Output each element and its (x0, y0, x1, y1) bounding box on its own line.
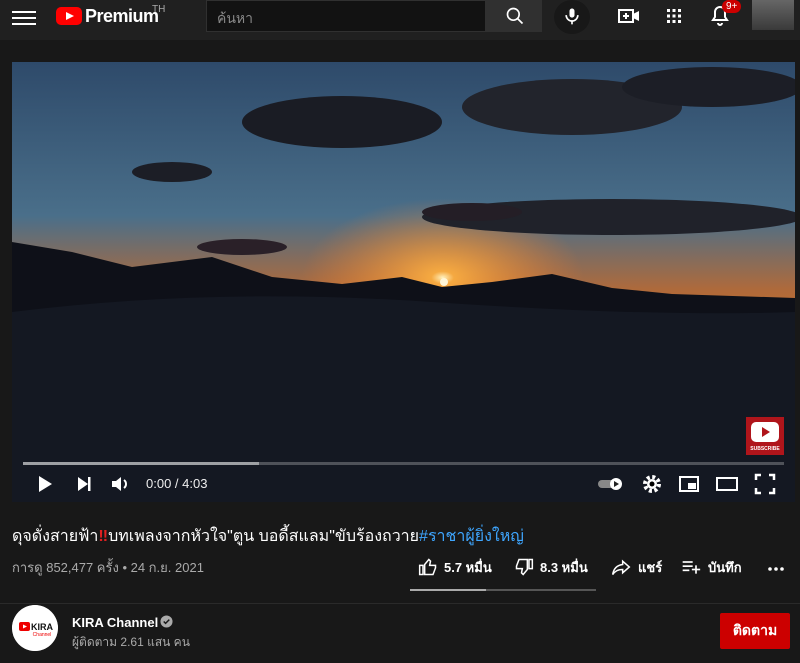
autoplay-toggle[interactable] (596, 472, 626, 496)
progress-bar[interactable] (23, 462, 784, 465)
sentiment-like-fill (410, 589, 487, 591)
apps-button[interactable] (662, 4, 688, 28)
share-button[interactable]: แชร์ (610, 555, 662, 579)
create-button[interactable] (617, 4, 643, 28)
miniplayer-button[interactable] (677, 472, 701, 496)
logo-text: Premium (85, 5, 159, 26)
settings-button[interactable] (640, 472, 664, 496)
more-horizontal-icon (768, 567, 784, 571)
video-player[interactable]: SUBSCRIBE 0:00 / 4:03 (12, 62, 795, 502)
top-bar: Premium TH ค้นหา 9+ (0, 0, 800, 40)
search-icon (506, 7, 524, 25)
like-count: 5.7 หมื่น (444, 559, 492, 575)
subscriber-count: ผู้ติดตาม 2.61 แสน คน (72, 635, 190, 649)
apps-grid-icon (667, 9, 681, 23)
divider (0, 603, 800, 604)
channel-logo-subtext: Channel (33, 632, 52, 638)
search-input[interactable] (215, 7, 479, 29)
sentiment-bar (410, 589, 596, 591)
channel-avatar[interactable]: KIRA Channel (12, 605, 58, 651)
dislike-count: 8.3 หมื่น (540, 559, 588, 575)
video-create-icon (618, 9, 639, 23)
youtube-premium-logo[interactable]: Premium TH (56, 3, 165, 29)
thumbs-up-icon (418, 558, 437, 576)
volume-icon (112, 477, 127, 491)
share-icon (611, 559, 631, 575)
skip-next-icon (78, 477, 91, 491)
save-button[interactable]: บันทึก (680, 555, 742, 579)
youtube-logo-icon: SUBSCRIBE (750, 422, 780, 452)
save-label: บันทึก (708, 559, 742, 575)
views-and-date: การดู 852,477 ครั้ง • 24 ก.ย. 2021 (12, 560, 204, 575)
fullscreen-button[interactable] (753, 472, 777, 496)
miniplayer-icon (679, 476, 699, 492)
volume-button[interactable] (108, 472, 132, 496)
playlist-add-icon (682, 561, 701, 574)
youtube-play-logo-icon (56, 7, 82, 25)
search-box (206, 0, 486, 32)
fullscreen-icon (754, 473, 776, 495)
like-button[interactable]: 5.7 หมื่น (418, 555, 492, 579)
channel-logo-text: KIRA (31, 622, 53, 632)
voice-search-button[interactable] (554, 0, 590, 34)
more-actions-button[interactable] (766, 557, 786, 577)
progress-loaded (23, 462, 259, 465)
video-frame (12, 62, 795, 502)
microphone-icon (565, 8, 579, 25)
menu-icon[interactable] (12, 7, 36, 31)
theater-mode-icon (716, 477, 738, 491)
verified-check-icon (160, 615, 173, 628)
share-label: แชร์ (638, 559, 663, 575)
title-text-part2: บทเพลงจากหัวใจ"ตูน บอดี้สแลม"ขับร้องถวาย (108, 528, 420, 545)
country-code: TH (152, 4, 166, 15)
kira-channel-logo: KIRA Channel (12, 605, 58, 651)
notification-badge: 9+ (722, 0, 742, 13)
watermark-label: SUBSCRIBE (750, 446, 780, 452)
thumbs-down-icon (515, 558, 534, 576)
subscribe-button[interactable]: ติดตาม (720, 613, 790, 649)
autoplay-toggle-icon (598, 478, 622, 490)
play-icon (39, 476, 52, 492)
title-text-part1: ดุจดั่งสายฟ้า (12, 528, 99, 545)
gear-icon (643, 475, 661, 493)
channel-name-link[interactable]: KIRA Channel (72, 615, 158, 630)
video-title: ดุจดั่งสายฟ้า‼บทเพลงจากหัวใจ"ตูน บอดี้สแ… (12, 524, 524, 549)
next-button[interactable] (72, 472, 96, 496)
time-display: 0:00 / 4:03 (146, 476, 208, 491)
dislike-button[interactable]: 8.3 หมื่น (514, 555, 588, 579)
play-button[interactable] (32, 472, 56, 496)
title-emoji: ‼ (98, 528, 109, 545)
theater-mode-button[interactable] (715, 472, 739, 496)
title-hashtag-link[interactable]: #ราชาผู้ยิ่งใหญ่ (419, 528, 524, 545)
account-avatar[interactable] (752, 0, 794, 30)
subscribe-watermark[interactable]: SUBSCRIBE (746, 417, 784, 455)
search-button[interactable] (486, 0, 542, 32)
